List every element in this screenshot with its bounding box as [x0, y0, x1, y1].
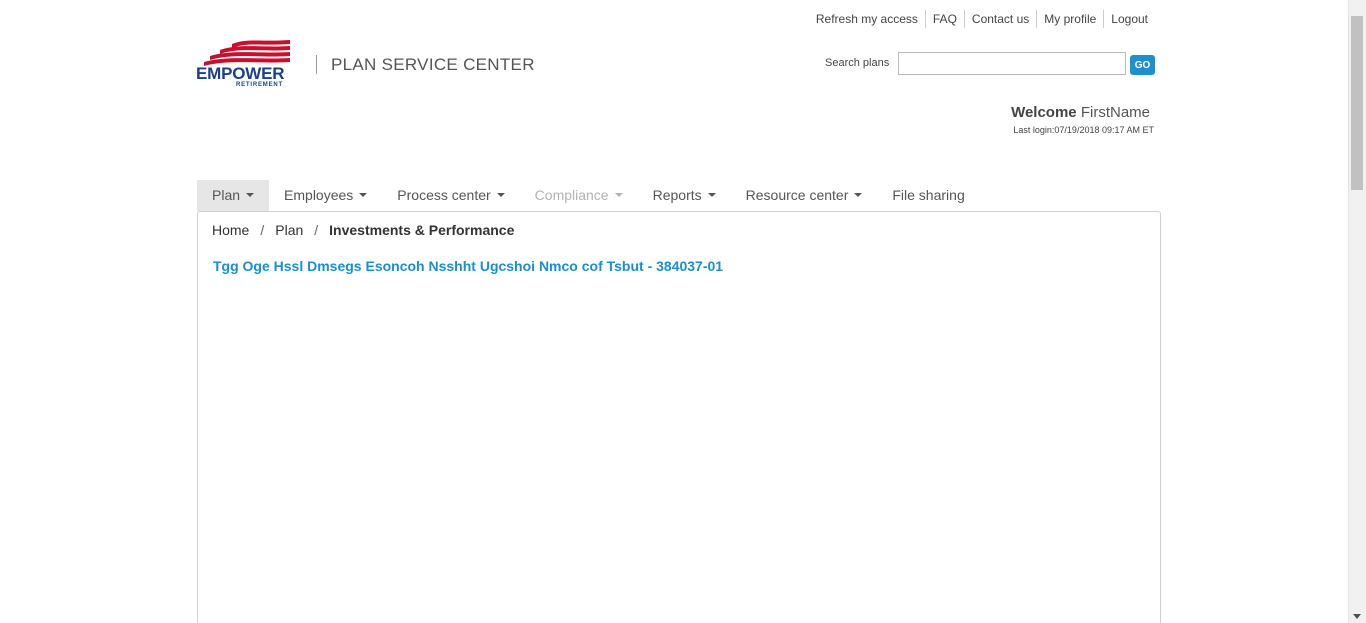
caret-down-icon: [496, 192, 505, 197]
search-input[interactable]: [898, 52, 1126, 75]
my-profile-link[interactable]: My profile: [1036, 10, 1103, 28]
main-nav: Plan Employees Process center Compliance…: [197, 180, 980, 211]
logout-link[interactable]: Logout: [1103, 10, 1155, 28]
breadcrumb-separator: /: [314, 222, 319, 238]
welcome-username: FirstName: [1080, 104, 1150, 121]
caret-down-icon: [614, 192, 623, 197]
breadcrumb-home[interactable]: Home: [212, 222, 249, 238]
breadcrumb: Home / Plan / Investments & Performance: [212, 222, 514, 238]
flag-icon: [204, 40, 290, 66]
search-go-button[interactable]: GO: [1130, 55, 1155, 75]
empower-logo[interactable]: EMPOWER RETIREMENT: [196, 38, 296, 90]
app-title: PLAN SERVICE CENTER: [331, 55, 535, 74]
nav-process-center[interactable]: Process center: [382, 180, 519, 211]
nav-reports-label: Reports: [652, 187, 702, 203]
nav-employees[interactable]: Employees: [269, 180, 382, 211]
nav-process-center-label: Process center: [397, 187, 491, 203]
caret-down-icon: [246, 192, 255, 197]
breadcrumb-separator: /: [260, 222, 265, 238]
scrollbar-thumb[interactable]: [1351, 16, 1363, 190]
welcome-greeting: Welcome: [1011, 104, 1077, 121]
search-label: Search plans: [825, 57, 890, 69]
nav-compliance-label: Compliance: [534, 187, 609, 203]
welcome-message: Welcome FirstName: [1011, 104, 1150, 121]
breadcrumb-current: Investments & Performance: [329, 222, 515, 238]
logo-wordmark: EMPOWER: [196, 64, 285, 83]
nav-reports[interactable]: Reports: [638, 180, 731, 211]
header-divider: [316, 55, 317, 74]
nav-resource-center-label: Resource center: [745, 187, 849, 203]
content-panel: Home / Plan / Investments & Performance …: [197, 211, 1161, 623]
caret-down-icon: [854, 192, 863, 197]
vertical-scrollbar[interactable]: [1348, 0, 1366, 623]
caret-down-icon: [359, 192, 368, 197]
page: Refresh my access FAQ Contact us My prof…: [0, 0, 1366, 623]
utility-nav: Refresh my access FAQ Contact us My prof…: [809, 10, 1155, 28]
faq-link[interactable]: FAQ: [924, 10, 964, 28]
nav-resource-center[interactable]: Resource center: [731, 180, 878, 211]
logo-subtitle: RETIREMENT: [236, 82, 283, 88]
breadcrumb-plan[interactable]: Plan: [275, 222, 303, 238]
refresh-access-link[interactable]: Refresh my access: [809, 10, 925, 28]
contact-us-link[interactable]: Contact us: [963, 10, 1036, 28]
caret-down-icon: [707, 192, 716, 197]
plan-title-link[interactable]: Tgg Oge Hssl Dmsegs Esoncoh Nsshht Ugcsh…: [213, 258, 723, 274]
nav-plan[interactable]: Plan: [197, 180, 270, 211]
nav-file-sharing[interactable]: File sharing: [877, 180, 979, 211]
nav-compliance: Compliance: [520, 180, 638, 211]
nav-plan-label: Plan: [212, 187, 241, 203]
scroll-down-arrow-icon[interactable]: [1353, 614, 1361, 619]
last-login: Last login:07/19/2018 09:17 AM ET: [1013, 125, 1154, 135]
nav-employees-label: Employees: [284, 187, 354, 203]
nav-file-sharing-label: File sharing: [892, 187, 965, 203]
